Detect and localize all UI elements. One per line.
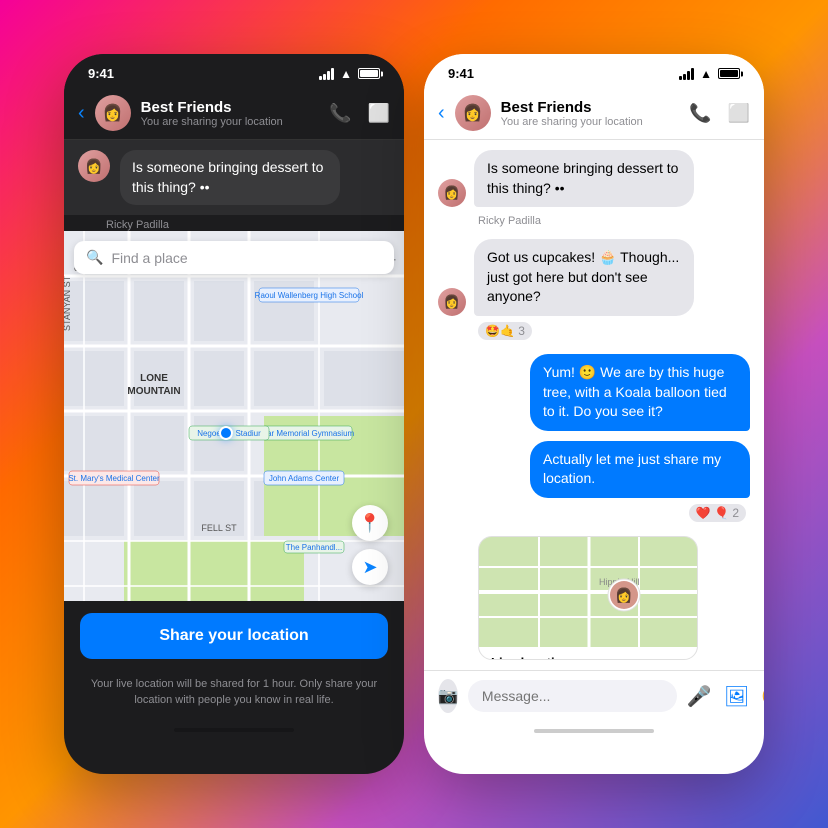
map-svg: LONE MOUNTAIN TURK BLVD FELL ST INDUO-ST… [64,231,404,601]
search-icon: 🔍 [86,249,103,266]
chat-bubble-4: Actually let me just share my location. [530,441,750,498]
left-back-button[interactable]: ‹ [78,102,85,125]
camera-button[interactable]: 📷 [438,679,458,713]
right-battery-icon [718,68,740,79]
left-home-indicator [64,720,404,740]
map-search-bar[interactable]: 🔍 Find a place [74,241,394,274]
chat-bubble-1: Is someone bringing dessert to this thin… [474,150,694,207]
reaction-row-4: ❤️ 🎈 2 [438,504,750,522]
left-msg-sender: Ricky Padilla [64,219,404,231]
left-message-preview: 👩 Is someone bringing dessert to this th… [64,140,404,215]
left-nav-info: Best Friends You are sharing your locati… [141,99,319,128]
map-pin-icon[interactable]: 📍 [352,505,388,541]
home-bar [174,728,294,732]
avatar-image: 👩 [95,95,131,131]
svg-text:War Memorial Gymnasium: War Memorial Gymnasium [260,429,355,438]
svg-text:Raoul Wallenberg High School: Raoul Wallenberg High School [255,291,364,300]
svg-text:MOUNTAIN: MOUNTAIN [127,386,180,397]
right-nav-bar: ‹ 👩 Best Friends You are sharing your lo… [424,87,764,140]
left-status-bar: 9:41 ▲ [64,54,404,87]
svg-text:LONE: LONE [140,373,168,384]
right-home-indicator [424,721,764,741]
bottom-action-icons: 🎤 🖼 😊 [687,684,764,709]
right-nav-info: Best Friends You are sharing your locati… [501,99,679,128]
svg-text:STANYAN ST: STANYAN ST [64,276,72,332]
chat-avatar-2: 👩 [438,288,466,316]
right-nav-actions: 📞 ⬜ [689,103,750,124]
chat-avatar-1: 👩 [438,179,466,207]
battery-icon [358,68,380,79]
microphone-icon[interactable]: 🎤 [687,684,712,709]
map-compass-icon[interactable]: ➤ [352,549,388,585]
reaction-badge-2: 🤩🤙 3 [478,322,532,340]
location-mini-map: Hippie Hill 👩 [479,537,697,647]
wifi-icon: ▲ [340,67,352,81]
right-status-bar: 9:41 ▲ [424,54,764,87]
svg-text:FELL ST: FELL ST [201,523,237,533]
right-wifi-icon: ▲ [700,67,712,81]
left-phone: 9:41 ▲ ‹ 👩 Best Friends You are sharing … [64,54,404,774]
left-msg-avatar: 👩 [78,150,110,182]
right-phone: 9:41 ▲ ‹ 👩 Best Friends You are sharing … [424,54,764,774]
compass-icon: ➤ [362,557,377,578]
right-video-icon[interactable]: ⬜ [728,103,750,124]
location-card-title: Live location [491,655,685,660]
camera-icon: 📷 [438,686,458,706]
right-back-button[interactable]: ‹ [438,102,445,125]
right-time: 9:41 [448,66,474,81]
left-nav-name: Best Friends [141,99,319,116]
right-bottom-bar: 📷 🎤 🖼 😊 [424,670,764,721]
map-search-placeholder: Find a place [111,250,187,266]
right-battery-fill [720,70,738,77]
svg-text:👩: 👩 [615,587,632,604]
left-nav-avatar: 👩 [95,95,131,131]
left-nav-subtitle: You are sharing your location [141,116,319,128]
chat-scroll: 👩 Is someone bringing dessert to this th… [424,140,764,670]
right-call-icon[interactable]: 📞 [689,103,711,124]
chat-message-2: 👩 Got us cupcakes! 🧁 Though... just got … [438,239,750,316]
right-signal-icon [679,68,694,80]
battery-fill [360,70,378,77]
left-nav-bar: ‹ 👩 Best Friends You are sharing your lo… [64,87,404,140]
left-nav-actions: 📞 ⬜ [329,103,390,124]
left-status-icons: ▲ [319,67,380,81]
reaction-row-2: 🤩🤙 3 [438,322,750,340]
location-map-thumbnail: Hippie Hill 👩 [479,537,697,647]
right-avatar-image: 👩 [455,95,491,131]
right-home-bar [534,729,654,733]
pin-icon: 📍 [359,513,381,534]
right-status-icons: ▲ [679,67,740,81]
chat-message-3: Yum! 🙂 We are by this huge tree, with a … [438,354,750,431]
image-icon[interactable]: 🖼 [724,684,749,709]
sticker-icon[interactable]: 😊 [761,684,764,709]
message-input[interactable] [468,680,677,712]
svg-text:The Panhandl...: The Panhandl... [286,543,342,552]
right-nav-avatar: 👩 [455,95,491,131]
chat-message-4: Actually let me just share my location. [438,441,750,498]
left-time: 9:41 [88,66,114,81]
right-nav-subtitle: You are sharing your location [501,116,679,128]
svg-text:St. Mary's Medical Center: St. Mary's Medical Center [68,474,160,483]
chat-message-1: 👩 Is someone bringing dessert to this th… [438,150,750,207]
reaction-badge-4: ❤️ 🎈 2 [689,504,746,522]
signal-icon [319,68,334,80]
chat-sender-1: Ricky Padilla [438,215,750,227]
right-nav-name: Best Friends [501,99,679,116]
left-call-icon[interactable]: 📞 [329,103,351,124]
chat-bubble-2: Got us cupcakes! 🧁 Though... just got he… [474,239,694,316]
location-card-info: Live location Lydie Rosales is sharing [479,647,697,660]
share-button-area: Share your location [64,601,404,671]
left-video-icon[interactable]: ⬜ [368,103,390,124]
chat-bubble-3: Yum! 🙂 We are by this huge tree, with a … [530,354,750,431]
share-disclaimer-text: Your live location will be shared for 1 … [64,671,404,720]
location-card: Hippie Hill 👩 Live location Lydie Rosale… [478,536,698,660]
left-msg-bubble: Is someone bringing dessert to this thin… [120,150,340,205]
svg-text:John Adams Center: John Adams Center [269,474,340,483]
left-map-container: 🔍 Find a place [64,231,404,601]
share-location-button[interactable]: Share your location [80,613,388,659]
